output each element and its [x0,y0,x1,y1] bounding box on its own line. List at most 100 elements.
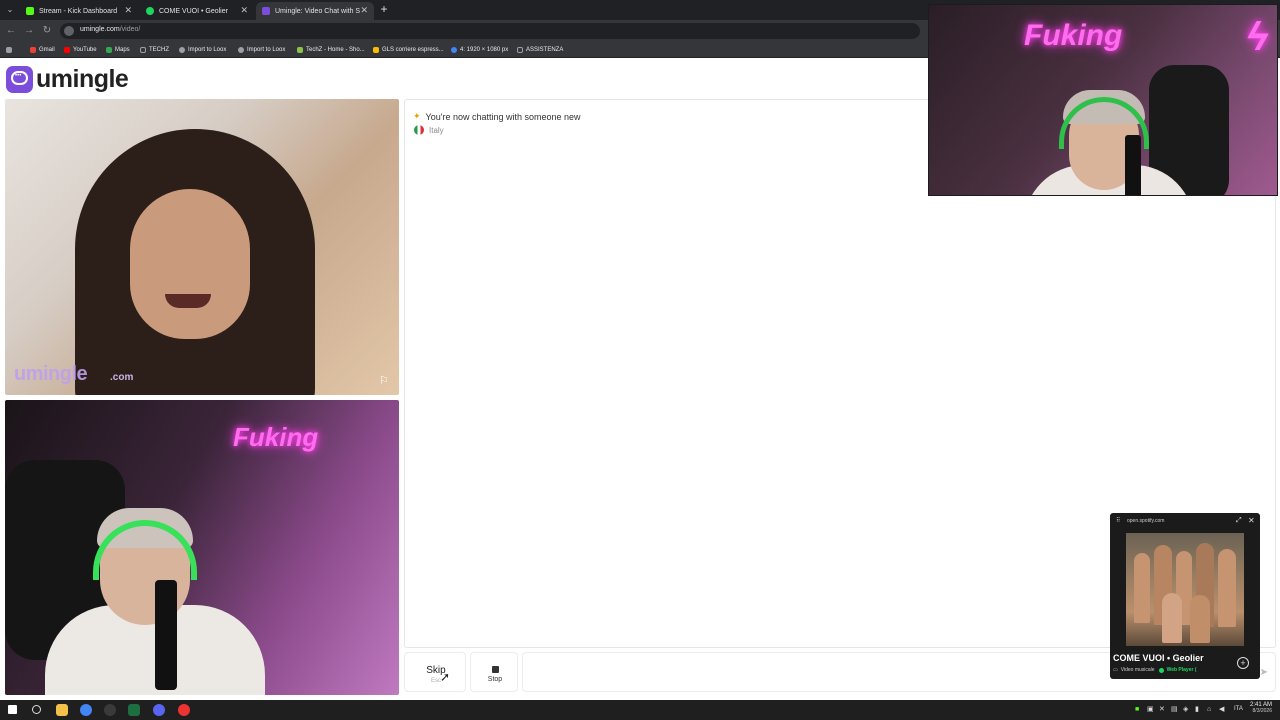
tray-chat-icon[interactable]: ▣ [1147,706,1154,713]
tray-chat-icon[interactable]: ◈ [1183,706,1190,713]
stop-icon [492,666,499,673]
shop-icon [297,47,303,53]
expand-icon[interactable]: ⤢ [1236,517,1242,525]
tray-app-icon[interactable]: ■ [1135,706,1142,713]
skip-button[interactable]: Skip Esc [404,652,466,692]
close-tab-icon[interactable]: ✕ [240,5,248,16]
bookmark-import-loox-2[interactable]: Import to Loox [238,45,285,55]
video-icon: ▭ [1113,667,1118,673]
tray-close-icon[interactable]: ✕ [1159,706,1166,713]
close-icon[interactable]: ✕ [1248,516,1255,525]
language-indicator[interactable]: ITA [1234,706,1243,712]
add-icon[interactable]: + [1237,657,1249,669]
microphone [155,580,177,690]
neon-sign: Fuking [1024,19,1123,52]
windows-taskbar: ■ ▣ ✕ ▤ ◈ ▮ ⌂ ◀ ITA 2:41 AM 8/3/2026 [0,700,1280,720]
song-source: Web Player ( [1166,667,1197,673]
logo-text: umingle [36,64,129,93]
windows-start-icon[interactable] [8,705,17,714]
bookmark-import-loox-1[interactable]: Import to Loox [179,45,226,55]
file-explorer-icon[interactable] [56,704,68,716]
sparkle-icon: ✦ [413,111,421,121]
tab-kick-dashboard[interactable]: Stream - Kick Dashboard ✕ [20,2,138,20]
stranger-face [130,189,250,339]
globe-icon [238,47,244,53]
url-text: umingle.com/video/ [80,26,140,33]
bookmark-label: GLS corriere espress... [382,47,444,53]
song-kind: Video musicale [1120,667,1155,673]
network-icon[interactable]: ⌂ [1207,706,1214,713]
skip-shortcut: Esc [430,678,441,684]
bookmark-gls[interactable]: GLS corriere espress... [373,45,444,55]
tab-spotify-song[interactable]: COME VUOI • Geolier ✕ [140,2,254,20]
spotify-mini-player[interactable]: ⠿ open.spotify.com ⤢ ✕ COME VUOI • Geoli… [1110,513,1260,679]
site-logo[interactable]: ••• umingle [6,64,129,93]
bookmark-label: TechZ - Home - Sho... [306,47,365,53]
move-handle-icon[interactable]: ⠿ [1116,518,1122,524]
spreadsheet-icon[interactable] [128,704,140,716]
forward-icon[interactable]: → [22,24,36,38]
stranger-country: Italy [414,125,444,135]
self-video: Fuking [5,400,399,695]
italy-flag-icon [414,125,424,135]
gmail-icon [30,47,36,53]
send-icon[interactable]: ➤ [1260,667,1268,678]
bookmark-label: Gmail [39,47,55,53]
folder-icon [517,47,523,53]
bookmark-label: 4: 1920 × 1080 px [460,47,509,53]
bookmark-label: Import to Loox [188,47,227,53]
stranger-video: umingle .com ⚐ [5,99,399,395]
bookmark-label: Maps [115,47,130,53]
stop-button[interactable]: Stop [470,652,518,692]
new-tab-button[interactable]: + [378,2,390,16]
report-flag-icon[interactable]: ⚐ [379,375,391,387]
back-icon[interactable]: ← [4,24,18,38]
chat-bubble-icon: ••• [6,65,33,93]
video-watermark: umingle [14,363,88,385]
bookmark-gmail[interactable]: Gmail [30,45,55,55]
bookmark-label: TECHZ [149,47,169,53]
youtube-icon [64,47,70,53]
obs-icon[interactable] [104,704,116,716]
song-title: COME VUOI • Geolier [1113,653,1204,663]
clock[interactable]: 2:41 AM 8/3/2026 [1250,702,1272,714]
bookmark-maps[interactable]: Maps [106,45,130,55]
chat-status: ✦ You're now chatting with someone new [413,111,581,122]
record-app-icon[interactable] [178,704,190,716]
globe-icon [451,47,457,53]
bookmark-resolution[interactable]: 4: 1920 × 1080 px [451,45,508,55]
tray-app-icon[interactable]: ▤ [1171,706,1178,713]
search-icon[interactable] [32,705,41,714]
chrome-icon[interactable] [80,704,92,716]
battery-icon[interactable]: ▮ [1195,706,1202,713]
discord-icon[interactable] [153,704,165,716]
gls-icon [373,47,379,53]
site-info-icon[interactable] [64,26,74,36]
microphone [1125,135,1141,195]
globe-icon [179,47,185,53]
bookmark-folder-assistenza[interactable]: ASSISTENZA [517,45,563,55]
kick-icon [26,7,34,15]
neon-sign: Fuking [233,422,319,452]
apps-grid-icon[interactable] [6,45,15,55]
spotify-icon [1158,667,1164,673]
tab-umingle[interactable]: Umingle: Video Chat with S ✕ [256,2,374,20]
close-tab-icon[interactable]: ✕ [360,5,368,16]
tab-title: Stream - Kick Dashboard [39,7,118,15]
tab-search-icon[interactable]: ⌄ [4,4,16,16]
chat-status-text: You're now chatting with someone new [425,111,581,122]
address-bar[interactable]: umingle.com/video/ [60,23,920,39]
bookmark-label: Import to Loox [247,47,286,53]
bookmark-techz-home[interactable]: TechZ - Home - Sho... [297,45,365,55]
close-tab-icon[interactable]: ✕ [124,5,132,16]
country-name: Italy [429,125,444,135]
stranger-mouth [165,294,211,308]
volume-icon[interactable]: ◀ [1219,706,1226,713]
streamer-webcam-overlay: Fuking ϟ [928,4,1278,196]
neon-bolt-icon: ϟ [1247,15,1269,59]
url-path: /video/ [119,26,141,33]
reload-icon[interactable]: ↻ [40,24,54,38]
bookmark-label: YouTube [73,47,97,53]
bookmark-folder-techz[interactable]: TECHZ [140,45,169,55]
bookmark-youtube[interactable]: YouTube [64,45,97,55]
